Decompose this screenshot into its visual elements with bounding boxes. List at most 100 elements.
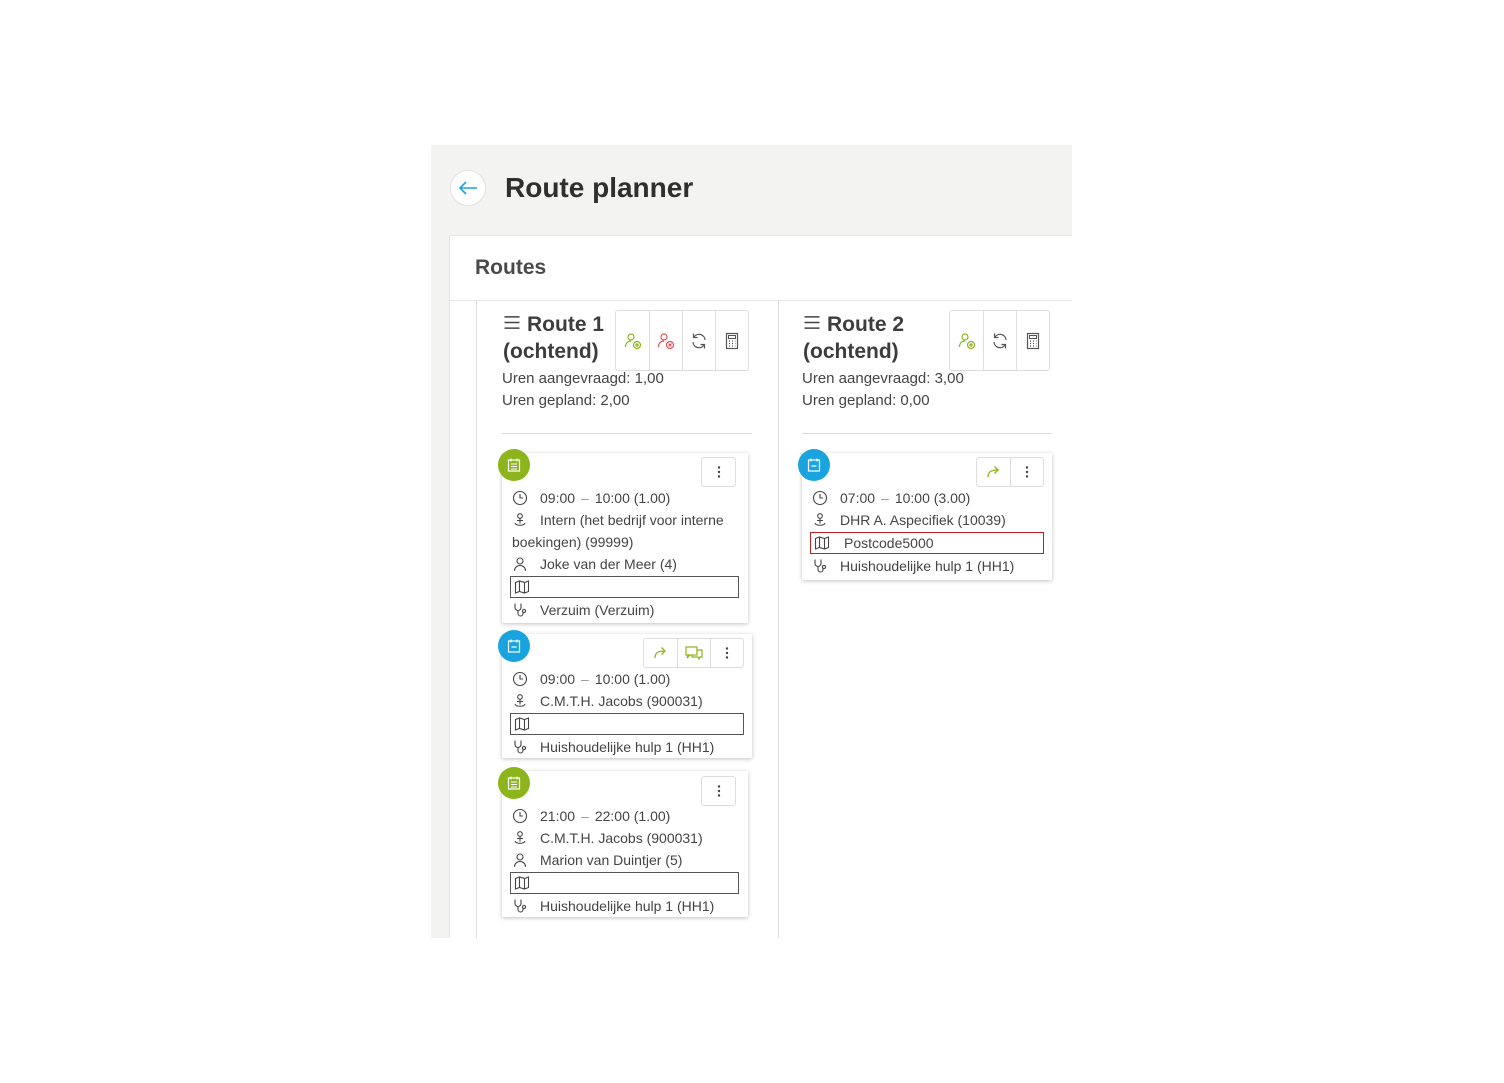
client-row: C.M.T.H. Jacobs (900031) <box>512 827 703 849</box>
share-arrow-icon <box>653 645 669 661</box>
refresh-icon <box>690 332 708 350</box>
remove-person-icon <box>657 332 675 350</box>
map-icon <box>514 875 530 891</box>
more-vertical-icon <box>711 783 727 799</box>
route-title-line2: (ochtend) <box>503 340 599 363</box>
person-icon <box>512 556 528 572</box>
refresh-icon <box>991 332 1009 350</box>
client-icon <box>512 512 528 528</box>
more-button[interactable] <box>702 777 735 805</box>
time-row: 07:00–10:00 (3.00) <box>812 487 970 509</box>
card-actions <box>701 457 736 487</box>
forward-button[interactable] <box>977 458 1010 486</box>
hours-requested: Uren aangevraagd: 3,00 <box>802 370 964 387</box>
map-icon <box>814 535 830 551</box>
calendar-icon <box>506 775 522 791</box>
minus-calendar-icon <box>506 638 522 654</box>
route-title[interactable]: Route 2 (ochtend) <box>803 311 904 365</box>
appointment-card[interactable]: 21:00–22:00 (1.00) C.M.T.H. Jacobs (9000… <box>498 767 748 917</box>
more-vertical-icon <box>1019 464 1035 480</box>
address-field[interactable] <box>510 713 744 735</box>
route-planner-app: Route planner Routes Route 1 (ochtend) U… <box>431 145 1072 938</box>
back-button[interactable] <box>450 170 486 206</box>
map-icon <box>514 579 530 595</box>
calculator-icon <box>723 332 741 350</box>
calculator-icon <box>1024 332 1042 350</box>
address-field[interactable] <box>510 872 739 894</box>
calendar-icon <box>506 457 522 473</box>
time-row: 09:00–10:00 (1.00) <box>512 668 670 690</box>
hamburger-icon <box>503 315 521 330</box>
appointment-badge <box>498 630 530 662</box>
minus-calendar-icon <box>806 457 822 473</box>
product-row: Verzuim (Verzuim) <box>512 599 654 621</box>
appointment-badge <box>798 449 830 481</box>
address-field[interactable] <box>510 576 739 598</box>
time-row: 09:00–10:00 (1.00) <box>512 487 670 509</box>
card-actions <box>976 457 1044 487</box>
appointment-badge <box>498 449 530 481</box>
time-row: 21:00–22:00 (1.00) <box>512 805 670 827</box>
client-icon <box>512 693 528 709</box>
calculate-button[interactable] <box>715 311 748 370</box>
address-field[interactable]: Postcode5000 <box>810 532 1044 554</box>
client-icon <box>812 512 828 528</box>
page-title: Route planner <box>505 172 694 203</box>
hours-requested: Uren aangevraagd: 1,00 <box>502 370 664 387</box>
chat-icon <box>685 645 703 661</box>
add-person-icon <box>624 332 642 350</box>
stethoscope-icon <box>512 602 528 618</box>
client-row: C.M.T.H. Jacobs (900031) <box>512 690 703 712</box>
share-arrow-icon <box>986 464 1002 480</box>
clock-icon <box>512 808 528 824</box>
more-button[interactable] <box>1010 458 1043 486</box>
client-icon <box>512 830 528 846</box>
client-row: Intern (het bedrijf voor interne boeking… <box>512 512 724 550</box>
more-button[interactable] <box>710 639 743 667</box>
hamburger-icon <box>803 315 821 330</box>
add-employee-button[interactable] <box>950 311 983 370</box>
route-actions <box>615 310 749 371</box>
appointment-card[interactable]: 09:00–10:00 (1.00) C.M.T.H. Jacobs (9000… <box>498 630 752 758</box>
appointment-card[interactable]: 07:00–10:00 (3.00) DHR A. Aspecifiek (10… <box>798 449 1052 580</box>
more-button[interactable] <box>702 458 735 486</box>
clock-icon <box>512 671 528 687</box>
employee-row: Joke van der Meer (4) <box>512 553 677 575</box>
card-actions <box>643 638 744 668</box>
route-column-1: Route 1 (ochtend) Uren aangevraagd: 1,00… <box>476 301 779 938</box>
more-vertical-icon <box>711 464 727 480</box>
calculate-button[interactable] <box>1016 311 1049 370</box>
employee-row: Marion van Duintjer (5) <box>512 849 682 871</box>
product-row: Huishoudelijke hulp 1 (HH1) <box>512 736 714 758</box>
stethoscope-icon <box>812 558 828 574</box>
divider <box>802 433 1052 434</box>
appointment-badge <box>498 767 530 799</box>
add-person-icon <box>958 332 976 350</box>
more-vertical-icon <box>719 645 735 661</box>
map-icon <box>514 716 530 732</box>
route-column-2: Route 2 (ochtend) Uren aangevraagd: 3,00… <box>777 301 1072 938</box>
stethoscope-icon <box>512 739 528 755</box>
routes-panel: Routes Route 1 (ochtend) Uren aangevraag… <box>449 235 1072 938</box>
product-row: Huishoudelijke hulp 1 (HH1) <box>512 895 714 917</box>
add-employee-button[interactable] <box>616 311 649 370</box>
hours-planned: Uren gepland: 2,00 <box>502 392 630 409</box>
person-icon <box>512 852 528 868</box>
stethoscope-icon <box>512 898 528 914</box>
arrow-left-icon <box>458 181 477 195</box>
refresh-button[interactable] <box>983 311 1016 370</box>
route-title-line1: Route 1 <box>527 313 605 336</box>
refresh-button[interactable] <box>682 311 715 370</box>
route-title[interactable]: Route 1 (ochtend) <box>503 311 604 365</box>
appointment-card[interactable]: 09:00–10:00 (1.00) Intern (het bedrijf v… <box>498 449 748 623</box>
remove-employee-button[interactable] <box>649 311 682 370</box>
client-row: DHR A. Aspecifiek (10039) <box>812 509 1006 531</box>
hours-planned: Uren gepland: 0,00 <box>802 392 930 409</box>
route-title-line2: (ochtend) <box>803 340 899 363</box>
forward-button[interactable] <box>644 639 677 667</box>
divider <box>502 433 752 434</box>
route-title-line1: Route 2 <box>827 313 905 336</box>
clock-icon <box>812 490 828 506</box>
card-actions <box>701 776 736 806</box>
messages-button[interactable] <box>677 639 710 667</box>
